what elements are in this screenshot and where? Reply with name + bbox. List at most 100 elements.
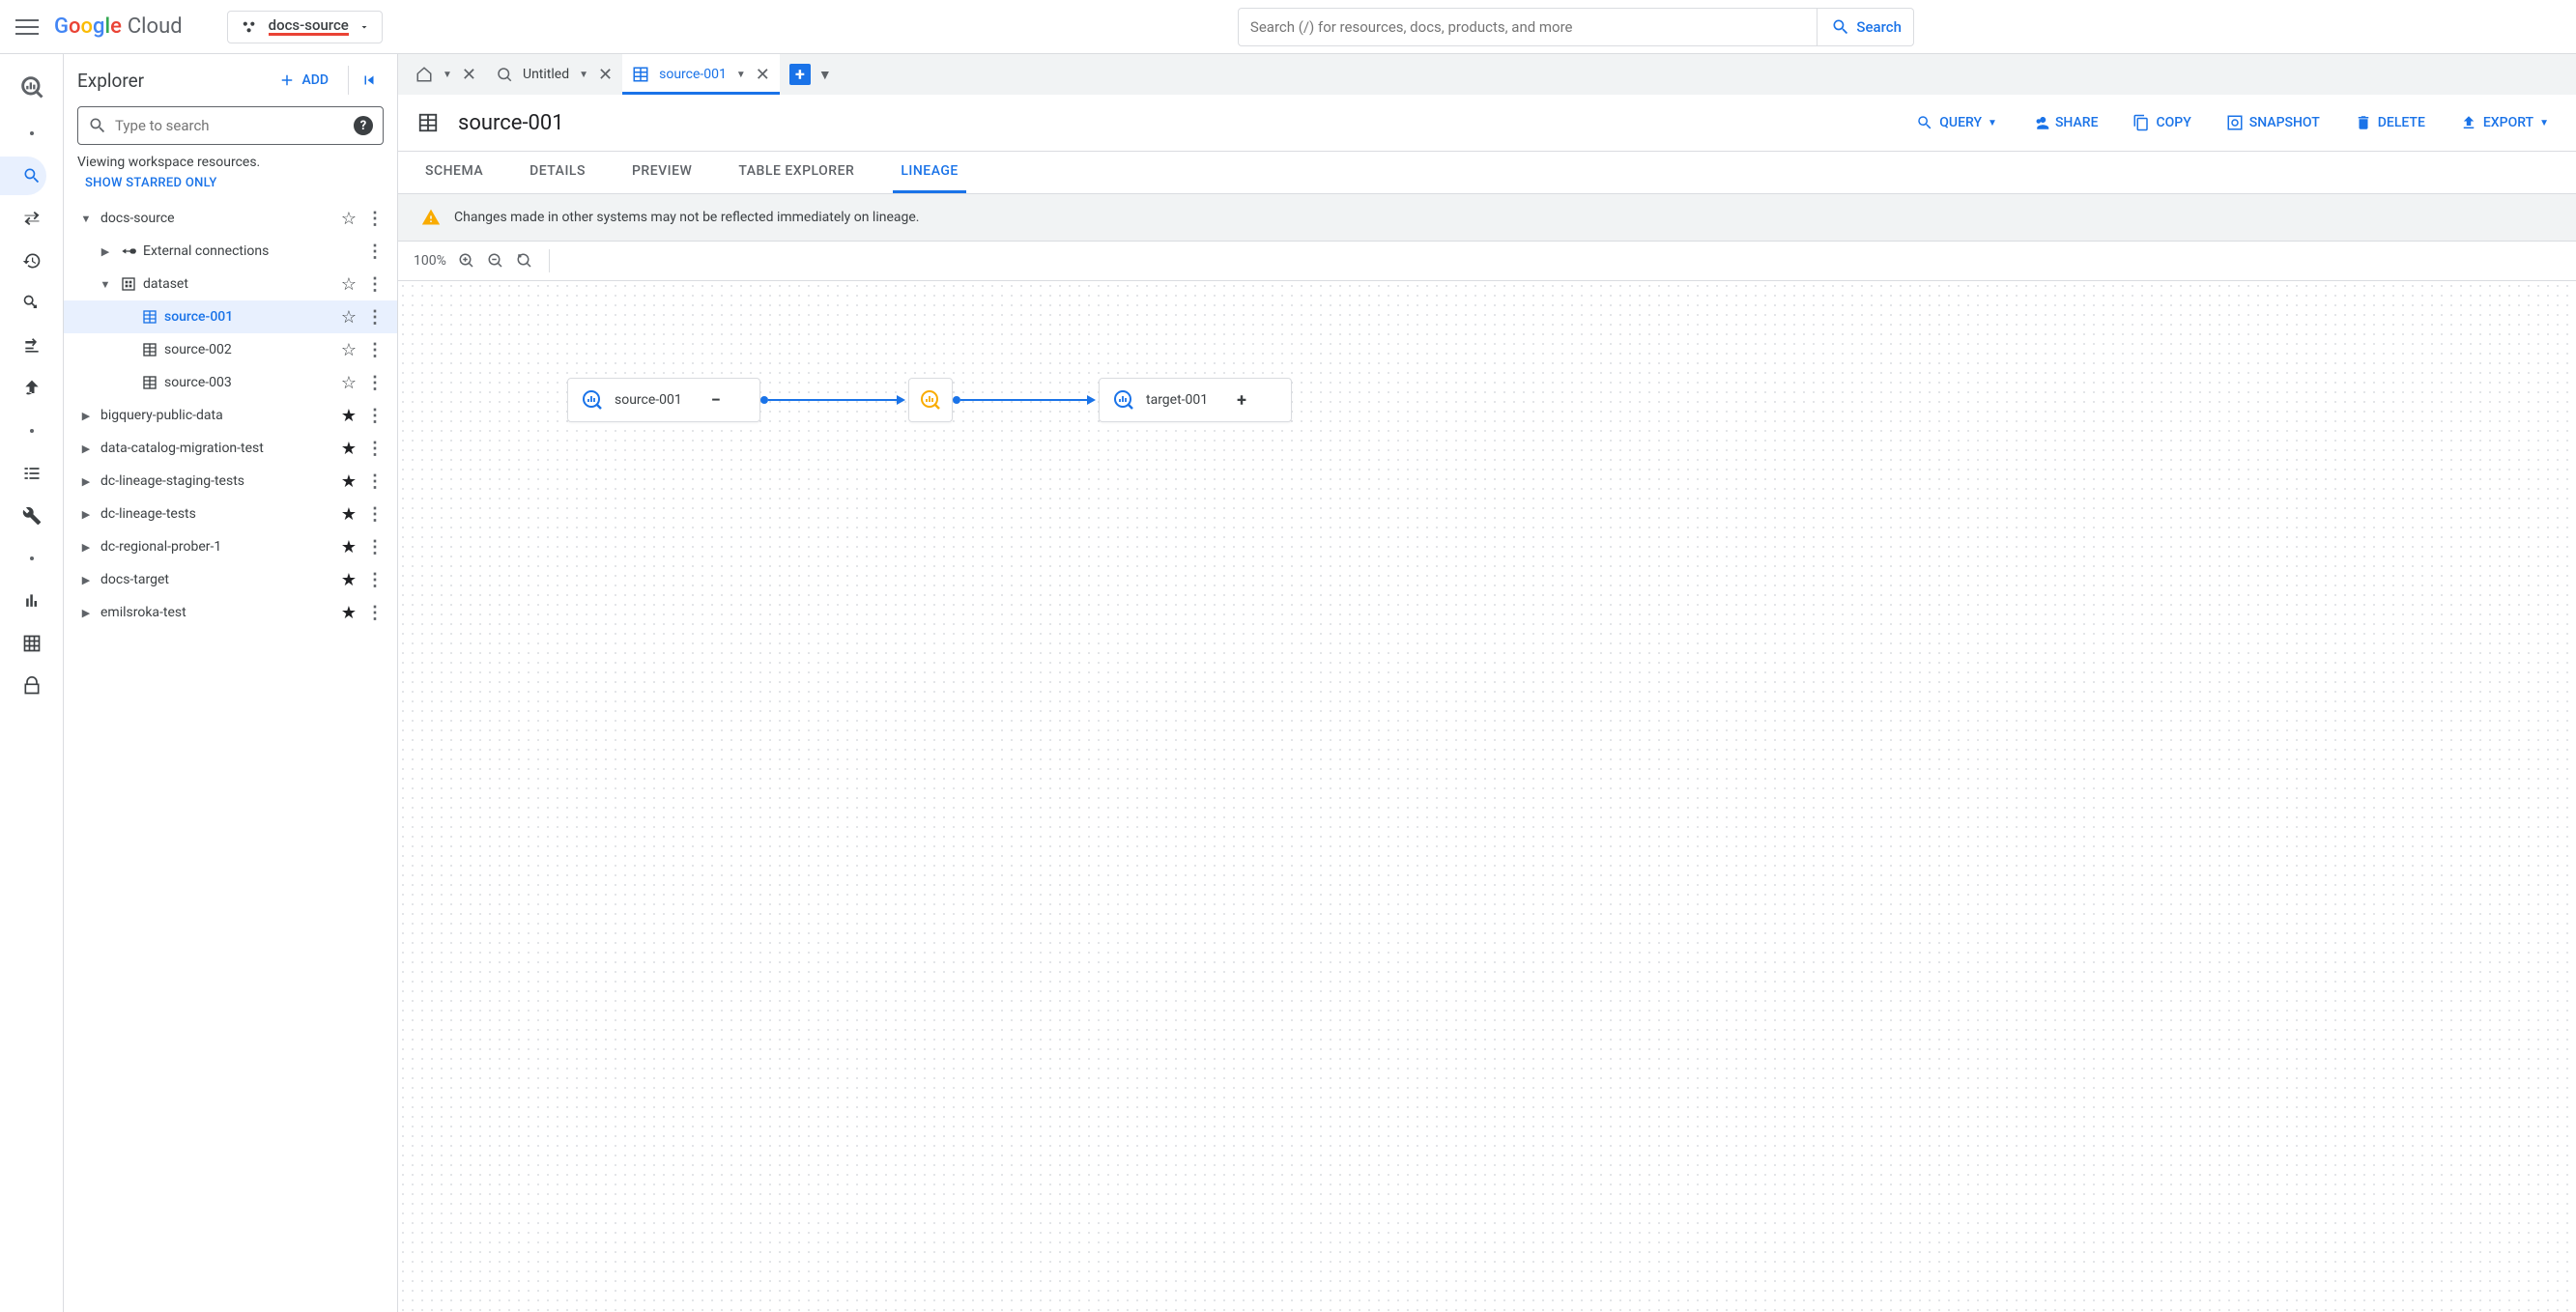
- lineage-canvas[interactable]: source-001 − target-001 +: [398, 281, 2576, 1312]
- subtab-lineage[interactable]: LINEAGE: [893, 152, 966, 193]
- rail-search-icon[interactable]: [0, 157, 46, 195]
- star-icon[interactable]: ☆: [341, 209, 357, 229]
- more-icon[interactable]: ⋮: [362, 373, 387, 393]
- expand-node-icon[interactable]: +: [1237, 390, 1246, 411]
- star-filled-icon[interactable]: ★: [341, 537, 357, 557]
- tree-project-row[interactable]: ▶ docs-target ★ ⋮: [64, 563, 397, 596]
- lineage-node-target[interactable]: target-001 +: [1099, 378, 1292, 422]
- rail-scheduled-icon[interactable]: [0, 284, 46, 323]
- global-search-input[interactable]: [1250, 18, 1817, 36]
- more-icon[interactable]: ⋮: [362, 439, 387, 459]
- star-filled-icon[interactable]: ★: [341, 406, 357, 426]
- lineage-process-node[interactable]: [908, 378, 953, 422]
- new-tab-button[interactable]: +: [789, 64, 811, 85]
- search-button[interactable]: Search: [1817, 9, 1902, 45]
- more-icon[interactable]: ⋮: [362, 406, 387, 426]
- more-icon[interactable]: ⋮: [362, 504, 387, 525]
- help-icon[interactable]: ?: [354, 116, 373, 135]
- tree-external-row[interactable]: ▶ External connections ⋮: [64, 235, 397, 268]
- tab-untitled[interactable]: Untitled ▼ ✕: [486, 54, 622, 95]
- tree-project-row[interactable]: ▶ bigquery-public-data ★ ⋮: [64, 399, 397, 432]
- arrow-collapsed-icon[interactable]: ▶: [77, 541, 95, 554]
- explorer-search-field[interactable]: ?: [77, 106, 384, 145]
- more-icon[interactable]: ⋮: [362, 209, 387, 229]
- rail-transfers-icon[interactable]: [0, 199, 46, 238]
- subtab-table-explorer[interactable]: TABLE EXPLORER: [730, 152, 862, 193]
- explorer-search-input[interactable]: [115, 117, 346, 134]
- hamburger-menu-icon[interactable]: [15, 15, 39, 39]
- star-icon[interactable]: ☆: [341, 274, 357, 295]
- rail-migration-icon[interactable]: [0, 327, 46, 365]
- show-starred-link[interactable]: SHOW STARRED ONLY: [64, 170, 397, 202]
- rail-chart-icon[interactable]: [0, 582, 46, 620]
- star-filled-icon[interactable]: ★: [341, 570, 357, 590]
- google-cloud-logo[interactable]: Google Cloud: [54, 14, 183, 39]
- tree-dataset-row[interactable]: ▼ dataset ☆ ⋮: [64, 268, 397, 300]
- tree-project-row[interactable]: ▼ docs-source ☆ ⋮: [64, 202, 397, 235]
- more-icon[interactable]: ⋮: [362, 471, 387, 492]
- tab-home[interactable]: ▼ ✕: [406, 54, 486, 95]
- snapshot-button[interactable]: SNAPSHOT: [2218, 108, 2328, 137]
- query-button[interactable]: QUERY ▼: [1908, 108, 2005, 137]
- arrow-collapsed-icon[interactable]: ▶: [77, 442, 95, 455]
- subtab-preview[interactable]: PREVIEW: [624, 152, 700, 193]
- add-button[interactable]: ADD: [269, 66, 338, 95]
- arrow-collapsed-icon[interactable]: ▶: [97, 245, 114, 258]
- rail-dot-3[interactable]: [0, 539, 46, 578]
- arrow-collapsed-icon[interactable]: ▶: [77, 607, 95, 619]
- star-filled-icon[interactable]: ★: [341, 439, 357, 459]
- zoom-in-icon[interactable]: [458, 252, 475, 270]
- tree-table-row[interactable]: source-002 ☆ ⋮: [64, 333, 397, 366]
- rail-bigquery-icon[interactable]: [0, 64, 46, 110]
- star-icon[interactable]: ☆: [341, 307, 357, 328]
- tab-source[interactable]: source-001 ▼ ✕: [622, 54, 780, 95]
- tree-project-row[interactable]: ▶ dc-lineage-staging-tests ★ ⋮: [64, 465, 397, 498]
- arrow-expanded-icon[interactable]: ▼: [77, 213, 95, 225]
- close-icon[interactable]: ✕: [462, 65, 476, 85]
- zoom-reset-icon[interactable]: [516, 252, 533, 270]
- more-icon[interactable]: ⋮: [362, 537, 387, 557]
- share-button[interactable]: SHARE: [2024, 108, 2106, 137]
- rail-lock-icon[interactable]: [0, 667, 46, 705]
- tree-table-row[interactable]: source-001 ☆ ⋮: [64, 300, 397, 333]
- close-icon[interactable]: ✕: [598, 65, 613, 85]
- more-icon[interactable]: ⋮: [362, 242, 387, 262]
- copy-button[interactable]: COPY: [2125, 108, 2198, 137]
- tree-project-row[interactable]: ▶ dc-regional-prober-1 ★ ⋮: [64, 530, 397, 563]
- arrow-collapsed-icon[interactable]: ▶: [77, 475, 95, 488]
- arrow-collapsed-icon[interactable]: ▶: [77, 410, 95, 422]
- close-icon[interactable]: ✕: [756, 65, 770, 85]
- more-icon[interactable]: ⋮: [362, 274, 387, 295]
- arrow-collapsed-icon[interactable]: ▶: [77, 574, 95, 586]
- star-filled-icon[interactable]: ★: [341, 603, 357, 623]
- rail-wrench-icon[interactable]: [0, 497, 46, 535]
- star-filled-icon[interactable]: ★: [341, 504, 357, 525]
- rail-history-icon[interactable]: [0, 242, 46, 280]
- chevron-down-icon[interactable]: ▼: [736, 70, 746, 80]
- tree-project-row[interactable]: ▶ emilsroka-test ★ ⋮: [64, 596, 397, 629]
- rail-dot-1[interactable]: [0, 114, 46, 153]
- rail-dot-2[interactable]: [0, 412, 46, 450]
- zoom-out-icon[interactable]: [487, 252, 504, 270]
- collapse-panel-icon[interactable]: [348, 66, 384, 95]
- arrow-collapsed-icon[interactable]: ▶: [77, 508, 95, 521]
- star-filled-icon[interactable]: ★: [341, 471, 357, 492]
- delete-button[interactable]: DELETE: [2347, 108, 2433, 137]
- more-icon[interactable]: ⋮: [362, 570, 387, 590]
- rail-analytics-icon[interactable]: [0, 369, 46, 408]
- subtab-details[interactable]: DETAILS: [522, 152, 593, 193]
- chevron-down-icon[interactable]: ▼: [579, 70, 588, 80]
- collapse-node-icon[interactable]: −: [711, 390, 721, 411]
- more-icon[interactable]: ⋮: [362, 307, 387, 328]
- lineage-node-source[interactable]: source-001 −: [567, 378, 760, 422]
- tree-table-row[interactable]: source-003 ☆ ⋮: [64, 366, 397, 399]
- arrow-expanded-icon[interactable]: ▼: [97, 278, 114, 291]
- global-search-box[interactable]: Search: [1238, 8, 1914, 46]
- more-icon[interactable]: ⋮: [362, 340, 387, 360]
- tree-project-row[interactable]: ▶ data-catalog-migration-test ★ ⋮: [64, 432, 397, 465]
- subtab-schema[interactable]: SCHEMA: [417, 152, 491, 193]
- tree-project-row[interactable]: ▶ dc-lineage-tests ★ ⋮: [64, 498, 397, 530]
- rail-spreadsheet-icon[interactable]: [0, 624, 46, 663]
- star-icon[interactable]: ☆: [341, 340, 357, 360]
- project-selector[interactable]: docs-source: [227, 11, 383, 43]
